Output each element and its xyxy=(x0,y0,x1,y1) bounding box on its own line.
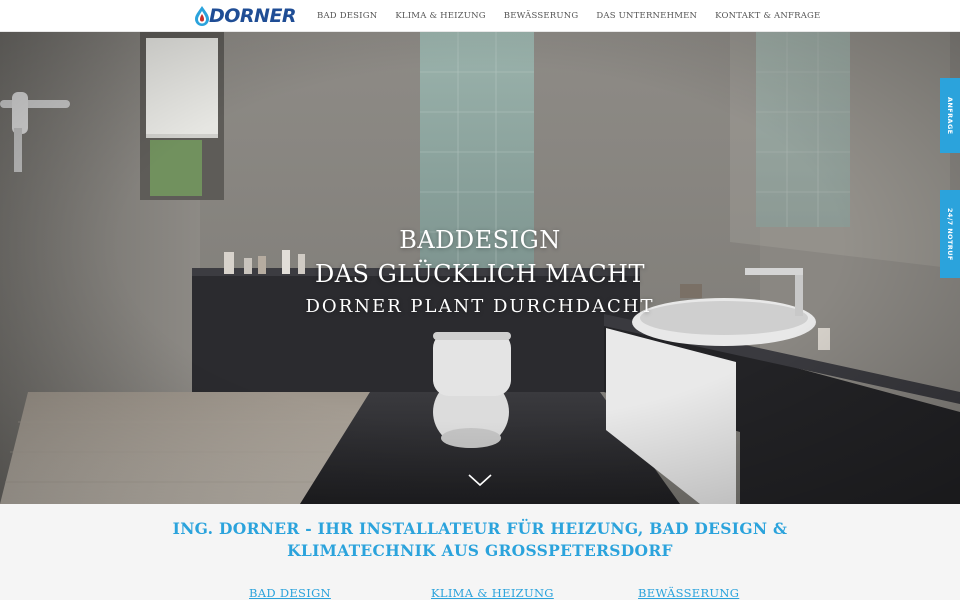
main-nav: BAD DESIGN KLIMA & HEIZUNG BEWÄSSERUNG D… xyxy=(317,0,838,32)
intro-section: ING. DORNER - IHR INSTALLATEUR FÜR HEIZU… xyxy=(0,504,960,600)
nav-klima-heizung[interactable]: KLIMA & HEIZUNG xyxy=(395,0,485,32)
anfrage-tab-label: ANFRAGE xyxy=(946,96,954,135)
hero-headline-2: DAS GLÜCKLICH MACHT xyxy=(314,260,645,288)
dorner-logo[interactable]: DORNER xyxy=(193,5,297,28)
nav-bad-design[interactable]: BAD DESIGN xyxy=(317,0,377,32)
intro-heading-line-2: KLIMATECHNIK AUS GROSSPETERSDORF xyxy=(287,541,673,560)
service-bad-design[interactable]: BAD DESIGN xyxy=(249,586,331,600)
logo-text: DORNER xyxy=(209,5,297,27)
notruf-tab[interactable]: 24/7 NOTRUF xyxy=(940,190,960,278)
notruf-tab-label: 24/7 NOTRUF xyxy=(946,207,954,261)
hero-subline: DORNER PLANT DURCHDACHT xyxy=(305,296,655,317)
chevron-down-icon[interactable] xyxy=(467,472,493,488)
intro-heading-line-1: ING. DORNER - IHR INSTALLATEUR FÜR HEIZU… xyxy=(172,519,788,538)
nav-bewaesserung[interactable]: BEWÄSSERUNG xyxy=(504,0,579,32)
service-bewaesserung[interactable]: BEWÄSSERUNG xyxy=(638,586,739,600)
service-klima-heizung[interactable]: KLIMA & HEIZUNG xyxy=(431,586,554,600)
anfrage-tab[interactable]: ANFRAGE xyxy=(940,78,960,153)
intro-heading: ING. DORNER - IHR INSTALLATEUR FÜR HEIZU… xyxy=(0,518,960,562)
site-header: DORNER BAD DESIGN KLIMA & HEIZUNG BEWÄSS… xyxy=(0,0,960,32)
nav-das-unternehmen[interactable]: DAS UNTERNEHMEN xyxy=(596,0,697,32)
hero-banner: BADDESIGN DAS GLÜCKLICH MACHT DORNER PLA… xyxy=(0,32,960,504)
hero-headline-1: BADDESIGN xyxy=(399,226,561,254)
nav-kontakt-anfrage[interactable]: KONTAKT & ANFRAGE xyxy=(715,0,820,32)
